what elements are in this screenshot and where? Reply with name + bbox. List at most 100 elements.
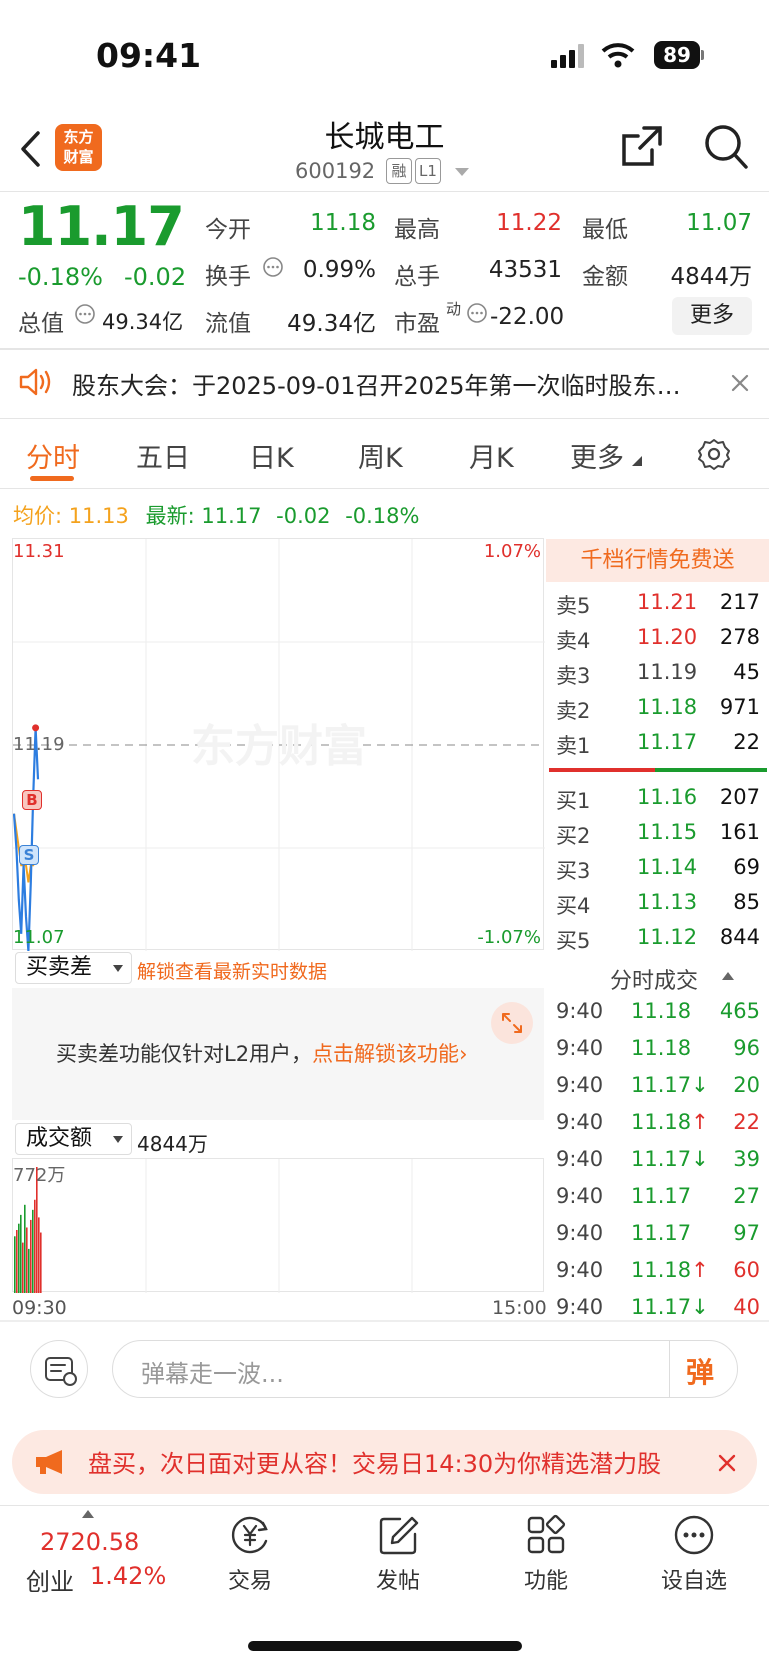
trade-price: 11.18	[631, 999, 691, 1023]
spread-dropdown-label: 买卖差	[26, 955, 93, 980]
y-min-label: 11.07	[13, 927, 65, 948]
index-name[interactable]: 创业	[26, 1562, 74, 1597]
high-value: 11.22	[496, 210, 562, 236]
index-value[interactable]: 2720.58	[40, 1528, 139, 1556]
share-icon[interactable]	[620, 124, 664, 168]
trade-price: 11.17	[631, 1221, 691, 1245]
level-tag: L1	[415, 158, 441, 184]
info-icon[interactable]	[466, 302, 488, 324]
ask-label: 卖2	[556, 699, 591, 723]
more-button[interactable]: 更多	[672, 297, 752, 335]
bid-price: 11.13	[637, 890, 698, 914]
turnover-value: 0.99%	[302, 257, 376, 283]
float-value: 49.34亿	[287, 311, 376, 337]
trades-title[interactable]: 分时成交	[610, 963, 698, 995]
tab-monthly-k[interactable]: 月K	[469, 436, 514, 475]
nav-functions[interactable]: 功能	[476, 1505, 616, 1595]
trade-price: 11.18	[631, 1036, 691, 1060]
expand-button[interactable]	[491, 1002, 533, 1044]
avg-value: 11.13	[68, 504, 129, 528]
caret-up-icon[interactable]	[82, 1510, 94, 1518]
trade-price-value: 11.17	[631, 1184, 692, 1208]
header-divider	[0, 191, 769, 192]
nav-add-watchlist[interactable]: 设自选	[624, 1505, 764, 1595]
change-pct: -0.18%	[18, 263, 103, 291]
tab-weekly-k[interactable]: 周K	[358, 436, 403, 475]
avg-label: 均价:	[13, 504, 63, 528]
tab-five-day[interactable]: 五日	[136, 436, 190, 475]
promo-banner[interactable]: 盘买，次日面对更从容！交易日14:30为你精选潜力股	[12, 1430, 757, 1494]
grid-icon	[527, 1514, 566, 1554]
unlock-link[interactable]: 解锁查看最新实时数据	[137, 957, 327, 984]
order-book-promo[interactable]: 千档行情免费送	[546, 539, 769, 582]
danmu-icon	[45, 1357, 77, 1386]
trade-time: 9:40	[556, 1221, 604, 1245]
sell-marker[interactable]: S	[19, 845, 39, 865]
high-label: 最高	[394, 217, 440, 243]
volume-bar	[18, 1223, 20, 1293]
edit-icon	[379, 1516, 419, 1555]
chevron-right-icon[interactable]: ›	[459, 1042, 467, 1066]
ask-price: 11.21	[637, 590, 698, 614]
volume-bar	[14, 1236, 16, 1293]
settings-icon[interactable]	[698, 438, 730, 470]
close-icon[interactable]	[731, 374, 749, 392]
caret-up-icon[interactable]	[722, 972, 734, 980]
tab-active-indicator	[30, 476, 74, 481]
index-change[interactable]: 1.42%	[90, 1562, 166, 1590]
trade-price-value: 11.18	[631, 999, 692, 1023]
volume-dropdown[interactable]: 成交额	[15, 1123, 132, 1155]
y-min-pct-label: -1.07%	[477, 927, 541, 948]
trade-price-value: 11.17	[631, 1073, 692, 1097]
intraday-chart[interactable]: 东方财富 11.31 1.07% 11.19 11.07 -1.07% B S	[12, 538, 545, 951]
tab-more[interactable]: 更多	[570, 436, 624, 475]
ask-label: 卖4	[556, 629, 591, 653]
trade-price-value: 11.17	[631, 1295, 692, 1319]
open-value: 11.18	[310, 210, 376, 236]
trade-volume: 60	[733, 1258, 760, 1282]
danmu-input[interactable]: 弹幕走一波... 弹	[112, 1340, 738, 1398]
trade-time: 9:40	[556, 1295, 604, 1319]
volume-bar	[30, 1219, 32, 1293]
volume-bar	[32, 1209, 34, 1293]
trade-price: 11.18↑	[631, 1110, 709, 1134]
buy-marker[interactable]: B	[22, 790, 42, 810]
spread-dropdown[interactable]: 买卖差	[15, 952, 132, 984]
search-icon[interactable]	[704, 124, 748, 170]
bid-volume: 85	[733, 890, 760, 914]
status-time: 09:41	[96, 36, 202, 75]
ask-label: 卖5	[556, 594, 591, 618]
tab-daily-k[interactable]: 日K	[249, 436, 294, 475]
trade-time: 9:40	[556, 1110, 604, 1134]
close-icon[interactable]	[718, 1454, 736, 1472]
tab-intraday[interactable]: 分时	[26, 436, 80, 475]
bid-price: 11.16	[637, 785, 698, 809]
chevron-down-icon[interactable]	[455, 168, 469, 177]
bid-label: 买1	[556, 789, 591, 813]
quote-divider	[0, 348, 769, 350]
trade-time: 9:40	[556, 1184, 604, 1208]
last-price: 11.17	[18, 195, 185, 258]
notice-text[interactable]: 股东大会：于2025-09-01召开2025年第一次临时股东大会	[72, 366, 682, 401]
trade-volume: 22	[733, 1110, 760, 1134]
mktcap-value: 49.34亿	[102, 310, 184, 334]
latest-value: 11.17	[201, 504, 262, 528]
volume-bar	[34, 1199, 36, 1293]
wifi-icon	[601, 43, 635, 68]
danmu-send-button[interactable]: 弹	[686, 1351, 714, 1391]
speaker-icon	[19, 368, 51, 396]
trade-price: 11.17↓	[631, 1073, 709, 1097]
info-icon[interactable]	[262, 256, 284, 278]
info-icon[interactable]	[74, 303, 96, 325]
last-price-point	[32, 724, 40, 732]
danmu-toggle-button[interactable]	[30, 1340, 88, 1398]
volume-bar	[40, 1232, 42, 1293]
l2-unlock-link[interactable]: 点击解锁该功能	[312, 1042, 459, 1066]
nav-trade[interactable]: 交易	[180, 1505, 320, 1595]
trade-volume: 39	[733, 1147, 760, 1171]
notice-divider	[0, 418, 769, 419]
volume-value: 43531	[488, 257, 562, 283]
nav-post[interactable]: 发帖	[328, 1505, 468, 1595]
ask-volume: 217	[719, 590, 760, 614]
volume-chart[interactable]: 772万	[12, 1158, 544, 1293]
